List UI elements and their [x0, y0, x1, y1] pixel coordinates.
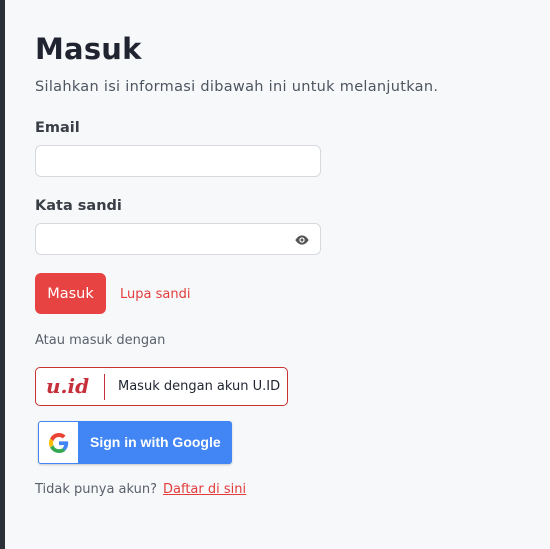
page-subtitle: Silahkan isi informasi dibawah ini untuk…	[35, 79, 439, 95]
eye-icon[interactable]	[294, 233, 310, 247]
register-link[interactable]: Daftar di sini	[163, 482, 246, 497]
left-panel-edge	[0, 0, 5, 549]
uid-divider	[104, 374, 105, 400]
email-label: Email	[35, 120, 80, 136]
uid-login-button[interactable]: u.id Masuk dengan akun U.ID	[35, 367, 288, 406]
password-label: Kata sandi	[35, 198, 122, 214]
login-button[interactable]: Masuk	[35, 273, 106, 314]
uid-button-label: Masuk dengan akun U.ID	[118, 379, 281, 394]
no-account-text: Tidak punya akun?	[35, 482, 158, 497]
uid-logo: u.id	[46, 374, 90, 398]
password-field[interactable]	[35, 223, 321, 255]
google-icon-box	[39, 422, 78, 463]
google-button-label: Sign in with Google	[90, 434, 221, 450]
page-title: Masuk	[35, 32, 142, 66]
google-signin-button[interactable]: Sign in with Google	[38, 421, 232, 464]
email-field[interactable]	[35, 145, 321, 177]
alt-login-divider-text: Atau masuk dengan	[35, 333, 166, 348]
forgot-password-link[interactable]: Lupa sandi	[120, 287, 190, 302]
google-icon	[49, 433, 69, 453]
